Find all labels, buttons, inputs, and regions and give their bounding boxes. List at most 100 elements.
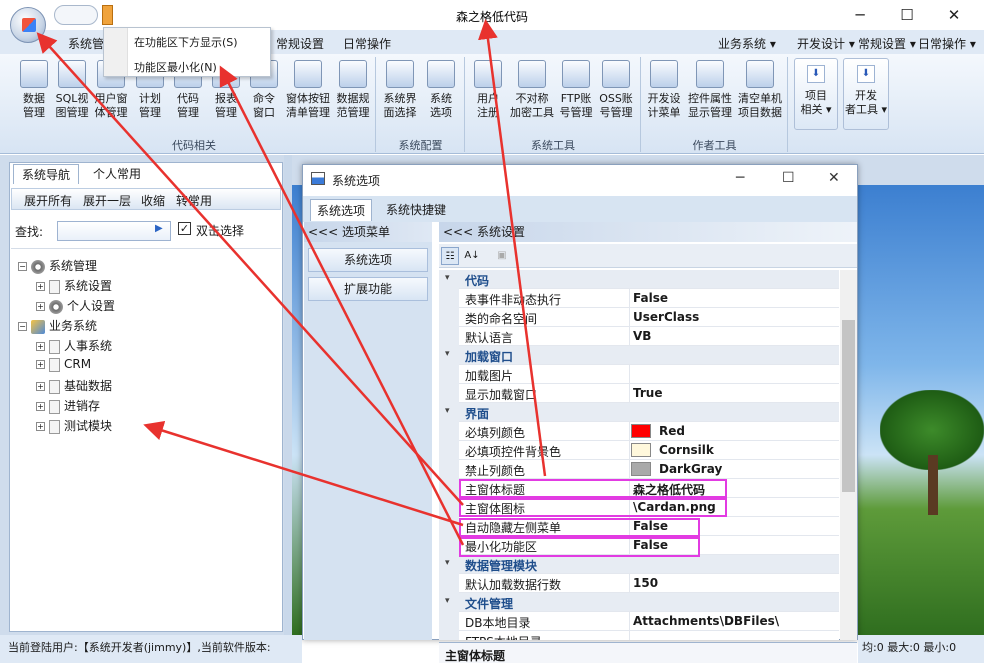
project-related-button[interactable]: ⬇ 项目 相关 ▾ — [794, 58, 838, 130]
dialog-close-button[interactable]: ✕ — [828, 170, 840, 186]
oss-account-button[interactable]: OSS账 号管理 — [598, 58, 634, 132]
property-value[interactable]: True — [633, 386, 662, 400]
property-category[interactable]: ▾ 加载窗口 — [439, 346, 839, 365]
dblclick-checkbox[interactable]: ✓ — [178, 222, 191, 235]
property-row[interactable]: 类的命名空间 UserClass — [439, 308, 839, 327]
property-category[interactable]: ▾ 界面 — [439, 403, 839, 422]
sort-alpha-icon[interactable]: A↓ — [463, 247, 481, 265]
settings-header[interactable]: <<< 系统设置 — [439, 222, 857, 242]
property-row[interactable]: 显示加载窗口 True — [439, 384, 839, 403]
data-standard-button[interactable]: 数据规 范管理 — [334, 58, 372, 132]
property-row[interactable]: 默认加载数据行数 150 — [439, 574, 839, 593]
find-input[interactable] — [57, 221, 171, 241]
collapse-icon[interactable]: ▾ — [445, 596, 450, 606]
tree-node[interactable]: + 测试模块 — [36, 417, 112, 434]
collapse-icon[interactable]: ▾ — [445, 349, 450, 359]
menu-dev-design[interactable]: 开发设计 ▾ — [797, 35, 855, 52]
property-value[interactable]: VB — [633, 329, 651, 343]
dev-tools-button[interactable]: ⬇ 开发 者工具 ▾ — [843, 58, 889, 130]
property-value[interactable]: 150 — [633, 576, 658, 590]
quick-access-toolbar[interactable] — [54, 5, 98, 25]
property-row[interactable]: 禁止列颜色 DarkGray — [439, 460, 839, 479]
menu-business-system[interactable]: 业务系统 ▾ — [718, 35, 776, 52]
to-favorites-button[interactable]: 转常用 — [176, 192, 212, 209]
expand-icon[interactable]: + — [36, 282, 45, 291]
categorized-icon[interactable]: ☷ — [441, 247, 459, 265]
property-row[interactable]: 必填列颜色 Red — [439, 422, 839, 441]
collapse-button[interactable]: 收缩 — [141, 192, 165, 209]
property-value[interactable]: DarkGray — [659, 462, 722, 476]
quick-access-dropdown[interactable] — [102, 5, 113, 25]
find-go-icon[interactable]: ▶ — [155, 223, 167, 239]
property-value[interactable]: UserClass — [633, 310, 699, 324]
ui-select-button[interactable]: 系统界 面选择 — [382, 58, 418, 132]
collapse-icon[interactable]: − — [18, 262, 27, 271]
close-button[interactable]: ✕ — [940, 4, 968, 26]
property-row[interactable]: DB本地目录 Attachments\DBFiles\ — [439, 612, 839, 631]
property-value[interactable]: Cornsilk — [659, 443, 714, 457]
tree-node[interactable]: + CRM — [36, 357, 91, 372]
tree-node[interactable]: + 基础数据 — [36, 377, 112, 394]
expand-all-button[interactable]: 展开所有 — [24, 192, 72, 209]
collapse-icon[interactable]: − — [18, 322, 27, 331]
system-options-button[interactable]: 系统 选项 — [423, 58, 459, 132]
form-buttons-button[interactable]: 窗体按钮 清单管理 — [284, 58, 332, 132]
property-row[interactable]: 加载图片 — [439, 365, 839, 384]
expand-icon[interactable]: + — [36, 302, 45, 311]
collapse-icon[interactable]: ▾ — [445, 406, 450, 416]
menu-item-show-below[interactable]: 在功能区下方显示(S) — [134, 34, 238, 50]
tree-node[interactable]: − 业务系统 — [18, 317, 97, 334]
menu-system-options[interactable]: 系统选项 — [308, 248, 428, 272]
tree-node[interactable]: + 个人设置 — [36, 297, 115, 314]
expand-one-button[interactable]: 展开一层 — [83, 192, 131, 209]
tab-system-nav[interactable]: 系统导航 — [13, 164, 79, 184]
property-category[interactable]: ▾ 数据管理模块 — [439, 555, 839, 574]
tree-node[interactable]: + 人事系统 — [36, 337, 112, 354]
menu-item-minimize-ribbon[interactable]: 功能区最小化(N) — [134, 59, 217, 75]
tree-node[interactable]: + 进销存 — [36, 397, 100, 414]
control-props-button[interactable]: 控件属性 显示管理 — [686, 58, 734, 132]
clear-data-button[interactable]: 清空单机 项目数据 — [736, 58, 784, 132]
collapse-icon[interactable]: ▾ — [445, 273, 450, 283]
tab-daily-ops[interactable]: 日常操作 — [343, 35, 391, 52]
expand-icon[interactable]: + — [36, 382, 45, 391]
collapse-icon[interactable]: ▾ — [445, 558, 450, 568]
menu-daily-ops[interactable]: 日常操作 ▾ — [918, 35, 976, 52]
property-category[interactable]: ▾ 代码 — [439, 270, 839, 289]
maximize-button[interactable]: ☐ — [893, 4, 921, 26]
tab-system-options[interactable]: 系统选项 — [310, 199, 373, 221]
tree-node[interactable]: + 系统设置 — [36, 277, 112, 294]
menu-extensions[interactable]: 扩展功能 — [308, 277, 428, 301]
dev-menu-button[interactable]: 开发设 计菜单 — [646, 58, 682, 132]
expand-icon[interactable]: + — [36, 422, 45, 431]
tab-system-manage[interactable]: 系统管 — [68, 35, 104, 52]
menu-general-settings[interactable]: 常规设置 ▾ — [858, 35, 916, 52]
property-row[interactable]: 默认语言 VB — [439, 327, 839, 346]
scrollbar-thumb[interactable] — [842, 320, 855, 492]
expand-icon[interactable]: + — [36, 402, 45, 411]
tab-shortcuts[interactable]: 系统快捷键 — [380, 199, 452, 221]
user-register-button[interactable]: 用户 注册 — [470, 58, 506, 132]
tab-personal[interactable]: 个人常用 — [84, 164, 150, 184]
property-pages-icon[interactable]: ▣ — [493, 247, 511, 265]
property-row[interactable]: 表事件非动态执行 False — [439, 289, 839, 308]
expand-icon[interactable]: + — [36, 342, 45, 351]
property-row[interactable]: FTPS本地目录 — [439, 631, 839, 640]
expand-icon[interactable]: + — [36, 360, 45, 369]
property-value[interactable]: Red — [659, 424, 685, 438]
minimize-button[interactable]: ─ — [846, 4, 874, 26]
application-menu-button[interactable] — [10, 7, 46, 43]
property-value[interactable]: False — [633, 291, 668, 305]
property-row[interactable]: 必填项控件背景色 Cornsilk — [439, 441, 839, 460]
tab-general-settings[interactable]: 常规设置 — [276, 35, 324, 52]
ftp-account-button[interactable]: FTP账 号管理 — [558, 58, 594, 132]
data-manage-button[interactable]: 数据 管理 — [16, 58, 52, 132]
tree-node[interactable]: − 系统管理 — [18, 257, 97, 274]
dialog-minimize-button[interactable]: ─ — [736, 170, 744, 186]
property-value[interactable]: Attachments\DBFiles\ — [633, 614, 779, 628]
dialog-maximize-button[interactable]: ☐ — [782, 170, 795, 186]
options-menu-header[interactable]: <<< 选项菜单 — [304, 222, 432, 242]
sql-view-button[interactable]: SQL视 图管理 — [54, 58, 90, 132]
panel-splitter[interactable] — [284, 155, 292, 640]
property-category[interactable]: ▾ 文件管理 — [439, 593, 839, 612]
